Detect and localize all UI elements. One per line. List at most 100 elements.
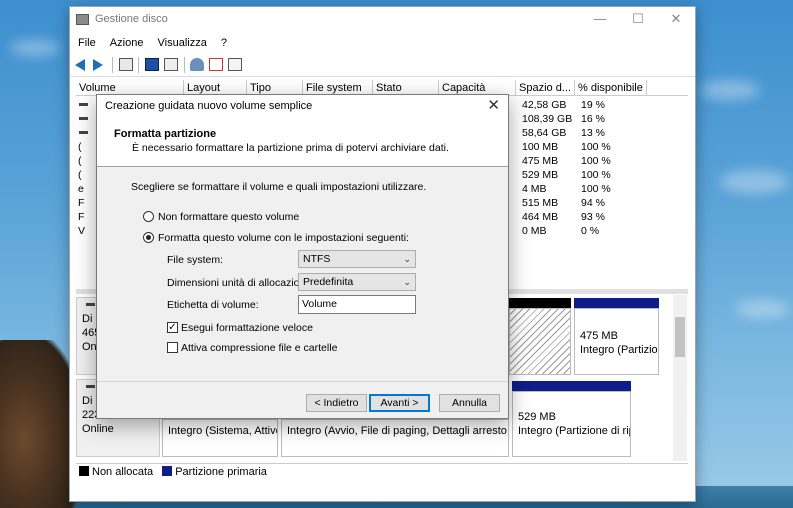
menu-file[interactable]: File bbox=[78, 33, 96, 53]
volume-icon bbox=[79, 131, 88, 134]
back-arrow-icon[interactable] bbox=[75, 59, 85, 71]
maximize-button[interactable]: ☐ bbox=[619, 7, 657, 31]
compression-checkbox[interactable] bbox=[167, 342, 178, 353]
disk-icon bbox=[86, 303, 95, 306]
legend-swatch-unallocated bbox=[79, 466, 89, 476]
table-cell: V bbox=[78, 225, 86, 237]
disk-management-icon bbox=[76, 14, 89, 25]
volume-label-input[interactable]: Volume bbox=[298, 295, 416, 314]
radio-format-label[interactable]: Formatta questo volume con le impostazio… bbox=[158, 232, 409, 244]
chevron-down-icon: ⌄ bbox=[403, 254, 411, 264]
legend-primary: Partizione primaria bbox=[175, 466, 267, 478]
volume-label-label: Etichetta di volume: bbox=[167, 299, 259, 311]
table-cell: 19 % bbox=[581, 99, 605, 111]
menu-bar: File Azione Visualizza ? bbox=[70, 33, 695, 53]
table-cell: 0 % bbox=[581, 225, 600, 237]
unallocated-partition[interactable] bbox=[509, 308, 571, 375]
disk-icon bbox=[86, 385, 95, 388]
partition-recovery[interactable]: 475 MB Integro (Partizion bbox=[574, 308, 659, 375]
chevron-down-icon: ⌄ bbox=[403, 277, 411, 287]
radio-format[interactable] bbox=[143, 232, 154, 243]
table-cell: F bbox=[78, 197, 85, 209]
disk-1-status: Online bbox=[82, 423, 114, 435]
col-perc[interactable]: % disponibile bbox=[575, 80, 647, 96]
step-title: Formatta partizione bbox=[114, 128, 217, 140]
table-cell: 515 MB bbox=[522, 197, 559, 209]
partition-recovery-2[interactable]: 529 MB Integro (Partizione di rip bbox=[512, 391, 631, 457]
toolbar bbox=[70, 53, 695, 77]
radio-no-format[interactable] bbox=[143, 211, 154, 222]
partition-status: Integro (Partizione di rip bbox=[518, 425, 631, 437]
legend-unallocated: Non allocata bbox=[92, 466, 154, 478]
cancel-button[interactable]: Annulla bbox=[439, 394, 500, 412]
menu-help[interactable]: ? bbox=[221, 33, 227, 53]
compression-label[interactable]: Attiva compressione file e cartelle bbox=[181, 342, 337, 354]
table-cell: 100 MB bbox=[522, 141, 559, 153]
legend: Non allocata Partizione primaria bbox=[76, 463, 688, 479]
rescan-disks-icon[interactable] bbox=[190, 58, 204, 71]
new-simple-volume-wizard: Creazione guidata nuovo volume semplice … bbox=[96, 94, 509, 419]
dialog-title: Creazione guidata nuovo volume semplice bbox=[105, 100, 313, 112]
table-cell: 100 % bbox=[581, 169, 611, 181]
table-cell: ( bbox=[78, 155, 82, 167]
table-cell: 94 % bbox=[581, 197, 605, 209]
table-cell: e bbox=[78, 183, 84, 195]
button-separator bbox=[97, 381, 508, 382]
minimize-button[interactable]: — bbox=[581, 7, 619, 31]
intro-text: Scegliere se formattare il volume e qual… bbox=[131, 181, 427, 193]
table-cell: 4 MB bbox=[522, 183, 547, 195]
table-cell: 100 % bbox=[581, 183, 611, 195]
primary-bar bbox=[512, 381, 631, 391]
table-cell: 0 MB bbox=[522, 225, 547, 237]
unallocated-bar bbox=[509, 298, 571, 308]
table-cell: F bbox=[78, 211, 85, 223]
allocation-unit-label: Dimensioni unità di allocazione: bbox=[167, 277, 315, 289]
partition-status: Integro (Partizion bbox=[580, 344, 659, 356]
console-tree-icon[interactable] bbox=[119, 58, 133, 71]
table-cell: 529 MB bbox=[522, 169, 559, 181]
vertical-scrollbar[interactable] bbox=[673, 295, 687, 461]
volume-icon bbox=[79, 117, 88, 120]
table-cell: ( bbox=[78, 169, 82, 181]
partition-status: Integro (Sistema, Attivo, bbox=[168, 425, 278, 437]
partition-size: 529 MB bbox=[518, 411, 556, 423]
dialog-header: Formatta partizione È necessario formatt… bbox=[97, 117, 508, 167]
forward-arrow-icon[interactable] bbox=[93, 59, 103, 71]
partition-boot[interactable]: Integro (Avvio, File di paging, Dettagli… bbox=[281, 419, 509, 457]
volume-icon bbox=[79, 103, 88, 106]
col-spazio[interactable]: Spazio d... bbox=[516, 80, 575, 96]
file-system-select[interactable]: NTFS ⌄ bbox=[298, 250, 416, 268]
title-bar: Gestione disco — ☐ ✕ bbox=[70, 7, 695, 33]
table-cell: 100 % bbox=[581, 141, 611, 153]
close-button[interactable]: ✕ bbox=[657, 7, 695, 31]
table-cell: 16 % bbox=[581, 113, 605, 125]
settings-panel-icon[interactable] bbox=[228, 58, 242, 71]
radio-no-format-label[interactable]: Non formattare questo volume bbox=[158, 211, 299, 223]
dialog-body: Scegliere se formattare il volume e qual… bbox=[97, 168, 508, 380]
primary-bar bbox=[574, 298, 659, 308]
quick-format-checkbox[interactable]: ✓ bbox=[167, 322, 178, 333]
partition-system[interactable]: Integro (Sistema, Attivo, bbox=[162, 419, 278, 457]
file-system-value: NTFS bbox=[303, 253, 331, 265]
partition-status: Integro (Avvio, File di paging, Dettagli… bbox=[287, 425, 509, 437]
table-cell: 42,58 GB bbox=[522, 99, 567, 111]
window-title: Gestione disco bbox=[95, 13, 168, 25]
dialog-title-bar: Creazione guidata nuovo volume semplice … bbox=[97, 95, 508, 117]
checklist-icon[interactable] bbox=[209, 58, 223, 71]
table-cell: 464 MB bbox=[522, 211, 559, 223]
help-icon[interactable] bbox=[145, 58, 159, 71]
menu-visualizza[interactable]: Visualizza bbox=[158, 33, 207, 53]
menu-azione[interactable]: Azione bbox=[110, 33, 144, 53]
next-button[interactable]: Avanti > bbox=[369, 394, 430, 412]
table-cell: 475 MB bbox=[522, 155, 559, 167]
allocation-unit-select[interactable]: Predefinita ⌄ bbox=[298, 273, 416, 291]
scrollbar-thumb[interactable] bbox=[675, 317, 685, 357]
table-cell: 108,39 GB bbox=[522, 113, 573, 125]
quick-format-label[interactable]: Esegui formattazione veloce bbox=[181, 322, 313, 334]
dialog-close-icon[interactable]: ✕ bbox=[487, 96, 500, 114]
wallpaper-rock bbox=[0, 340, 80, 508]
properties-icon[interactable] bbox=[164, 58, 178, 71]
file-system-label: File system: bbox=[167, 254, 224, 266]
back-button[interactable]: < Indietro bbox=[306, 394, 367, 412]
table-cell: 13 % bbox=[581, 127, 605, 139]
